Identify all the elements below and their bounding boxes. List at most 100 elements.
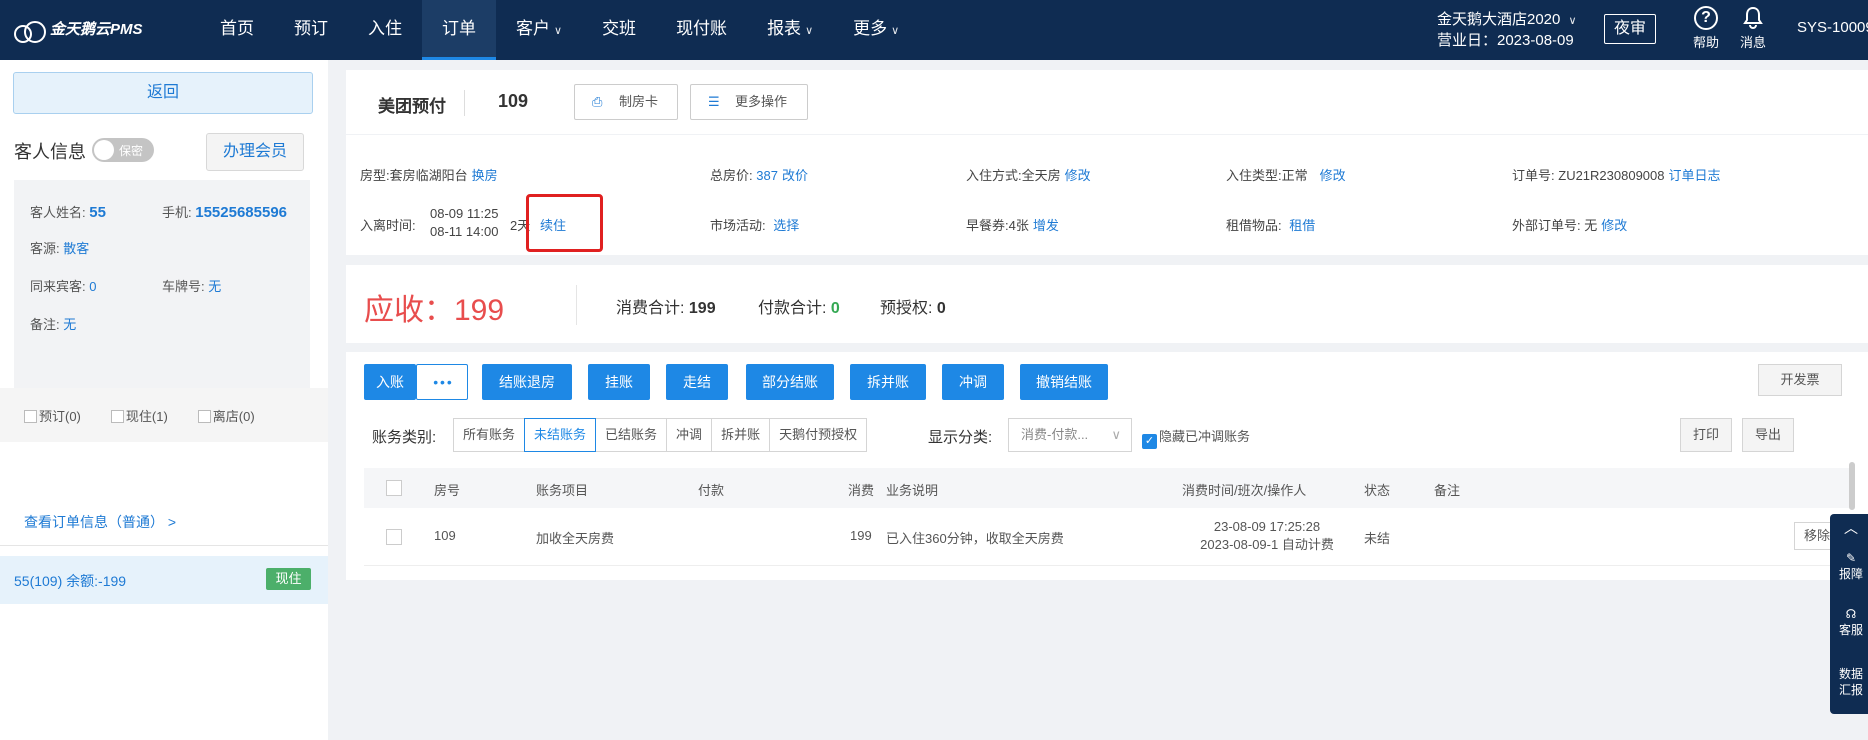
back-button[interactable]: 返回: [13, 72, 313, 114]
hang-account-button[interactable]: 挂账: [588, 364, 650, 400]
nav-item-orders[interactable]: 订单: [422, 0, 496, 60]
rental-link[interactable]: 租借: [1289, 218, 1315, 233]
order-number-field: 订单号: ZU21R230809008 订单日志: [1512, 165, 1721, 184]
hotel-switcher[interactable]: 金天鹅大酒店2020 ∨ 营业日：2023-08-09: [1437, 10, 1577, 51]
table-row[interactable]: 109 加收全天房费 199 已入住360分钟，收取全天房费 23-08-09 …: [364, 508, 1850, 566]
tab-all[interactable]: 所有账务: [453, 418, 526, 452]
amount-due: 应收：199: [364, 294, 505, 327]
companions-value[interactable]: 0: [89, 279, 96, 294]
vertical-scrollbar[interactable]: [1849, 462, 1855, 510]
filter-departed[interactable]: 离店(0): [197, 406, 255, 425]
button-label: 更多操作: [735, 94, 788, 109]
night-audit-button[interactable]: 夜审: [1604, 14, 1656, 44]
button-label: 制房卡: [619, 94, 659, 109]
summary-label: 汇报: [1838, 683, 1863, 697]
floating-toolbar: ︿ ✎ 报障 ☊ 客服 数据 汇报: [1830, 514, 1868, 714]
guest-info-title: 客人信息: [14, 142, 86, 162]
checkbox[interactable]: [197, 409, 211, 423]
label: 入住类型:: [1226, 168, 1282, 183]
export-button[interactable]: 导出: [1742, 418, 1794, 452]
more-dots-button[interactable]: • • •: [416, 364, 468, 400]
register-member-button[interactable]: 办理会员: [206, 133, 304, 171]
edit-checkin-mode-link[interactable]: 修改: [1065, 168, 1091, 183]
partial-settle-button[interactable]: 部分结账: [746, 364, 834, 400]
nav-item-customers[interactable]: 客户 ∨: [496, 0, 582, 60]
order-log-link[interactable]: 订单日志: [1669, 168, 1721, 183]
nav-item-home[interactable]: 首页: [200, 0, 274, 60]
app-logo[interactable]: 金天鹅云PMS: [14, 18, 143, 43]
post-charge-button[interactable]: 入账: [364, 364, 416, 400]
report-label: 报障: [1838, 567, 1863, 581]
nav-item-cash-account[interactable]: 现付账: [656, 0, 747, 60]
nav-item-shift[interactable]: 交班: [582, 0, 656, 60]
reverse-button[interactable]: 冲调: [942, 364, 1004, 400]
chevron-down-icon: ∨: [554, 25, 563, 37]
market-field: 市场活动: 选择: [710, 215, 799, 234]
make-room-card-button[interactable]: ⎙ 制房卡: [574, 84, 678, 120]
filter-reserved[interactable]: 预订(0): [24, 406, 81, 425]
room-list-item[interactable]: 55(109) 余额:-199 现住: [0, 556, 328, 604]
change-price-link[interactable]: 改价: [782, 168, 808, 183]
stay-time-label: 入离时间:: [360, 218, 416, 233]
room-type-value: 套房临湖阳台: [389, 168, 468, 183]
display-select[interactable]: 消费-付款... ∨: [1008, 418, 1132, 452]
service-label: 客服: [1838, 623, 1863, 637]
select-market-link[interactable]: 选择: [773, 218, 799, 233]
report-issue-button[interactable]: ✎ 报障: [1836, 550, 1866, 582]
checkbox[interactable]: [24, 409, 37, 423]
category-label: 账务类别:: [372, 429, 437, 446]
checkin-mode-field: 入住方式:全天房 修改: [966, 165, 1091, 184]
label: 客源:: [30, 241, 60, 256]
cell-item: 加收全天房费: [536, 531, 615, 546]
hide-reversed-checkbox[interactable]: ✓ 隐藏已冲调账务: [1142, 426, 1250, 449]
split-merge-button[interactable]: 拆并账: [850, 364, 926, 400]
more-operations-button[interactable]: ☰ 更多操作: [690, 84, 808, 120]
select-all-checkbox[interactable]: [386, 480, 402, 496]
customer-service-button[interactable]: ☊ 客服: [1836, 606, 1866, 638]
tab-reversed[interactable]: 冲调: [666, 418, 713, 452]
nav-label: 更多: [853, 19, 888, 38]
shift-text: 2023-08-09-1 自动计费: [1200, 537, 1334, 552]
tab-preauth[interactable]: 天鹅付预授权: [769, 418, 868, 452]
plate-value[interactable]: 无: [208, 279, 221, 294]
checkout-button[interactable]: 结账退房: [482, 364, 572, 400]
filter-label: 预订(0): [39, 408, 81, 424]
print-button[interactable]: 打印: [1680, 418, 1732, 452]
room-number: 109: [498, 91, 529, 111]
room-type-field: 房型:套房临湖阳台 换房: [360, 165, 498, 184]
chevron-down-icon: ∨: [891, 25, 900, 37]
edit-external-order-link[interactable]: 修改: [1601, 218, 1627, 233]
system-user[interactable]: SYS-10009: [1797, 19, 1868, 36]
data-report-button[interactable]: 数据 汇报: [1836, 666, 1866, 698]
nav-label: 交班: [602, 19, 637, 38]
nav-item-more[interactable]: 更多 ∨: [833, 0, 919, 60]
undo-settle-button[interactable]: 撤销结账: [1020, 364, 1108, 400]
messages-button[interactable]: 消息: [1733, 6, 1773, 51]
issue-invoice-button[interactable]: 开发票: [1758, 364, 1842, 396]
help-button[interactable]: ? 帮助: [1686, 6, 1726, 51]
tab-split-merge[interactable]: 拆并账: [711, 418, 771, 452]
nav-item-reservation[interactable]: 预订: [274, 0, 348, 60]
display-label: 显示分类:: [928, 429, 993, 446]
tab-unsettled[interactable]: 未结账务: [524, 418, 597, 452]
label: 手机:: [162, 205, 192, 220]
privacy-toggle[interactable]: 保密: [92, 138, 154, 162]
wrench-icon: ✎: [1845, 551, 1857, 565]
note-value[interactable]: 无: [63, 317, 76, 332]
change-room-link[interactable]: 换房: [472, 168, 498, 183]
departure-time: 08-11 14:00: [430, 224, 499, 239]
filter-in-house[interactable]: 现住(1): [110, 406, 168, 425]
stay-time-values: 08-09 11:25 08-11 14:00: [430, 205, 498, 241]
guest-phone: 手机: 15525685596: [162, 202, 287, 221]
checkbox[interactable]: [110, 409, 124, 423]
issue-breakfast-link[interactable]: 增发: [1033, 218, 1059, 233]
edit-checkin-type-link[interactable]: 修改: [1320, 168, 1346, 183]
filter-label: 离店(0): [212, 408, 255, 424]
nav-item-checkin[interactable]: 入住: [348, 0, 422, 60]
view-order-info-link[interactable]: 查看订单信息（普通） >: [24, 512, 176, 532]
row-checkbox[interactable]: [386, 529, 402, 545]
nav-item-reports[interactable]: 报表 ∨: [747, 0, 833, 60]
walk-settle-button[interactable]: 走结: [666, 364, 728, 400]
tab-settled[interactable]: 已结账务: [595, 418, 668, 452]
collapse-up-icon[interactable]: ︿: [1836, 520, 1866, 536]
